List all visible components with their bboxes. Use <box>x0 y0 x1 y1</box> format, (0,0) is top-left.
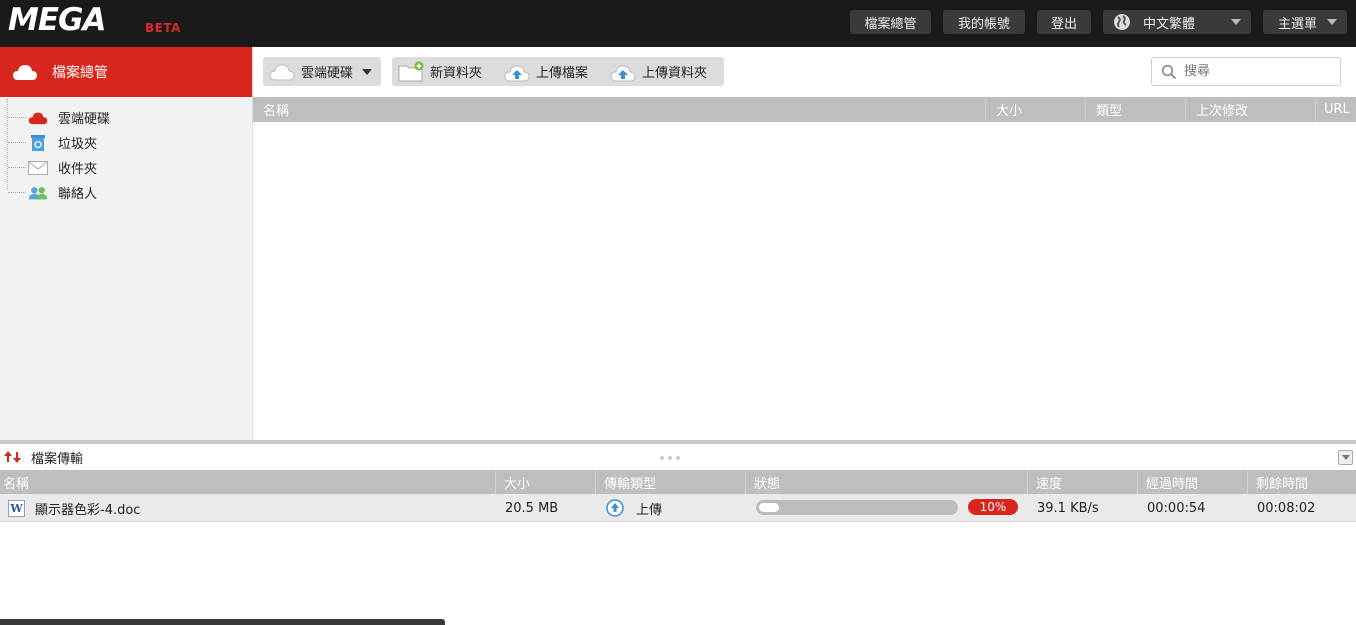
column-header-size[interactable]: 大小 <box>986 97 1086 122</box>
sidebar-header[interactable]: 檔案總管 <box>0 47 252 97</box>
column-header-name[interactable]: 名稱 <box>0 470 496 494</box>
cloud-icon <box>13 65 37 80</box>
cloud-icon <box>269 63 295 80</box>
upload-icon <box>504 64 530 81</box>
file-list-area <box>253 122 1356 440</box>
sidebar-item-label: 垃圾夾 <box>58 137 98 152</box>
logout-button[interactable]: 登出 <box>1037 10 1091 34</box>
language-select[interactable]: 中文繁體 <box>1103 10 1251 34</box>
word-document-icon: W <box>8 499 25 517</box>
recycle-bin-icon <box>28 134 48 152</box>
transfer-arrows-icon <box>4 451 21 463</box>
contacts-icon <box>28 184 48 202</box>
transfer-elapsed: 00:00:54 <box>1147 500 1206 516</box>
transfer-panel-title: 檔案傳輸 <box>31 451 84 467</box>
column-header-status[interactable]: 狀態 <box>746 470 1028 494</box>
location-label: 雲端硬碟 <box>301 66 354 81</box>
upload-arrow-icon <box>606 499 624 517</box>
column-header-elapsed[interactable]: 經過時間 <box>1138 470 1248 494</box>
main-menu-button[interactable]: 主選單 <box>1263 10 1347 34</box>
sidebar-item-contacts[interactable]: 聯絡人 <box>0 180 252 205</box>
my-account-button[interactable]: 我的帳號 <box>943 10 1025 34</box>
sidebar-item-label: 收件夾 <box>58 162 98 177</box>
folder-tree: 雲端硬碟 垃圾夾 收件夾 聯絡人 <box>0 97 252 205</box>
search-box[interactable] <box>1151 57 1341 86</box>
new-folder-icon <box>398 61 424 81</box>
search-input[interactable] <box>1184 64 1334 79</box>
language-label: 中文繁體 <box>1143 16 1196 32</box>
chevron-down-icon <box>1231 19 1241 25</box>
upload-icon <box>610 64 636 81</box>
mega-logo[interactable]: MEGA <box>8 2 106 38</box>
sidebar: 檔案總管 雲端硬碟 垃圾夾 收件夾 聯絡人 <box>0 47 253 440</box>
new-folder-button[interactable]: 新資料夾 <box>398 57 482 86</box>
transfer-type: 上傳 <box>636 502 663 518</box>
sidebar-item-inbox[interactable]: 收件夾 <box>0 155 252 180</box>
progress-bar-fill <box>759 503 779 512</box>
transfer-remaining: 00:08:02 <box>1257 500 1316 516</box>
column-header-name[interactable]: 名稱 <box>253 97 986 122</box>
file-table-header: 名稱 大小 類型 上次修改 URL <box>253 97 1356 122</box>
upload-file-button[interactable]: 上傳檔案 <box>504 57 588 86</box>
column-header-transfer-type[interactable]: 傳輸類型 <box>596 470 746 494</box>
column-header-modified[interactable]: 上次修改 <box>1186 97 1316 122</box>
main-menu-label: 主選單 <box>1278 16 1318 32</box>
collapse-panel-icon[interactable] <box>1338 450 1353 465</box>
column-header-size[interactable]: 大小 <box>496 470 596 494</box>
sidebar-item-trash[interactable]: 垃圾夾 <box>0 130 252 155</box>
transfer-name-cell: W 顯示器色彩-4.doc <box>0 494 496 522</box>
column-header-remaining[interactable]: 剩餘時間 <box>1248 470 1356 494</box>
table-row[interactable]: W 顯示器色彩-4.doc 20.5 MB 上傳 10% 39.1 KB/s 0… <box>0 494 1356 522</box>
envelope-icon <box>28 159 48 177</box>
column-header-speed[interactable]: 速度 <box>1028 470 1138 494</box>
sidebar-item-label: 聯絡人 <box>58 187 98 202</box>
transfer-size: 20.5 MB <box>505 500 559 516</box>
globe-icon <box>1114 14 1130 30</box>
sidebar-item-label: 雲端硬碟 <box>58 112 111 127</box>
progress-bar <box>756 500 958 515</box>
transfer-table-header: 名稱 大小 傳輸類型 狀態 速度 經過時間 剩餘時間 <box>0 470 1356 494</box>
beta-badge: BETA <box>145 21 181 35</box>
search-icon <box>1161 64 1177 79</box>
transfer-panel-header: 檔案傳輸 <box>0 444 1356 470</box>
top-bar: MEGA BETA 檔案總管 我的帳號 登出 中文繁體 主選單 <box>0 0 1356 47</box>
status-strip <box>0 619 445 625</box>
cloud-icon <box>28 109 48 127</box>
sidebar-header-label: 檔案總管 <box>52 65 108 81</box>
file-manager-button[interactable]: 檔案總管 <box>850 10 931 34</box>
upload-folder-button[interactable]: 上傳資料夾 <box>610 57 707 86</box>
drag-handle-icon[interactable] <box>660 456 680 460</box>
progress-percent-badge: 10% <box>968 499 1018 515</box>
chevron-down-icon <box>362 69 372 75</box>
new-folder-label: 新資料夾 <box>430 66 483 81</box>
transfer-file-name: 顯示器色彩-4.doc <box>35 502 141 518</box>
transfer-type-cell: 上傳 <box>596 494 662 522</box>
column-header-type[interactable]: 類型 <box>1086 97 1186 122</box>
upload-file-label: 上傳檔案 <box>536 66 589 81</box>
chevron-down-icon <box>1327 19 1337 25</box>
location-dropdown[interactable]: 雲端硬碟 <box>263 57 381 86</box>
sidebar-item-cloud-drive[interactable]: 雲端硬碟 <box>0 105 252 130</box>
upload-folder-label: 上傳資料夾 <box>642 66 708 81</box>
transfer-speed: 39.1 KB/s <box>1037 500 1099 516</box>
action-toolbar: 新資料夾 上傳檔案 上傳資料夾 <box>392 57 724 86</box>
column-header-url[interactable]: URL <box>1316 97 1356 122</box>
